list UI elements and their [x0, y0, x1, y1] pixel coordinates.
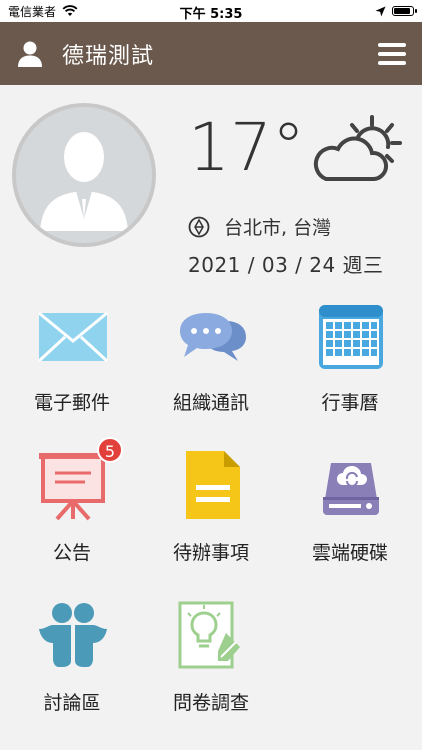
location-arrow-icon — [375, 6, 386, 16]
app-tile-discussion[interactable]: 討論區 — [2, 585, 142, 725]
app-label: 公告 — [52, 542, 91, 564]
carrier-label: 電信業者 — [8, 4, 57, 19]
user-icon[interactable] — [16, 40, 44, 68]
calendar-icon — [319, 305, 383, 369]
partly-cloudy-icon — [313, 115, 402, 181]
discussion-people-icon — [39, 603, 107, 667]
app-label: 雲端硬碟 — [311, 542, 388, 564]
app-label: 討論區 — [43, 692, 101, 714]
app-label: 電子郵件 — [33, 392, 110, 414]
status-bar-right — [375, 6, 417, 17]
app-tile-mail[interactable]: 電子郵件 — [2, 285, 142, 425]
battery-icon — [392, 6, 417, 16]
hamburger-icon-bar — [378, 42, 406, 47]
hamburger-icon-bar — [378, 51, 406, 56]
app-tile-survey[interactable]: 問卷調查 — [141, 585, 281, 725]
mail-icon — [37, 311, 109, 363]
menu-button[interactable] — [378, 42, 406, 65]
survey-icon — [178, 601, 240, 669]
person-silhouette-icon — [40, 132, 128, 231]
location-label: 台北市, 台灣 — [224, 217, 332, 239]
avatar[interactable] — [12, 103, 156, 247]
app-label: 組織通訊 — [172, 392, 249, 414]
temperature-label: 17° — [188, 109, 305, 186]
chat-icon — [180, 313, 246, 361]
header-left: 德瑞測試 — [16, 38, 154, 70]
app-tile-todo[interactable]: 待辦事項 — [141, 435, 281, 575]
notification-badge: 5 — [97, 437, 123, 463]
app-tile-calendar[interactable]: 行事曆 — [280, 285, 420, 425]
wifi-icon — [62, 5, 78, 16]
date-label: 2021 / 03 / 24 週三 — [188, 253, 384, 277]
header-title: 德瑞測試 — [62, 43, 155, 69]
app-header: 德瑞測試 — [0, 22, 422, 85]
todo-document-icon — [186, 451, 240, 519]
profile-weather-section: 17° 台北市, 台灣 2021 / 03 / 24 週三 — [0, 85, 422, 285]
app-tile-announcement[interactable]: 5 公告 — [2, 435, 142, 575]
status-bar: 電信業者 下午 5:35 — [0, 0, 422, 22]
app-label: 問卷調查 — [172, 692, 249, 714]
app-label: 行事曆 — [321, 392, 379, 414]
cloud-drive-icon — [323, 463, 379, 515]
app-tile-cloud-drive[interactable]: 雲端硬碟 — [280, 435, 420, 575]
app-label: 待辦事項 — [172, 542, 249, 564]
status-bar-left: 電信業者 — [8, 3, 78, 20]
hamburger-icon-bar — [378, 60, 406, 65]
compass-location-icon — [188, 216, 210, 237]
location-row: 台北市, 台灣 — [188, 213, 331, 240]
announcement-board-icon — [39, 453, 107, 521]
app-tile-chat[interactable]: 組織通訊 — [141, 285, 281, 425]
